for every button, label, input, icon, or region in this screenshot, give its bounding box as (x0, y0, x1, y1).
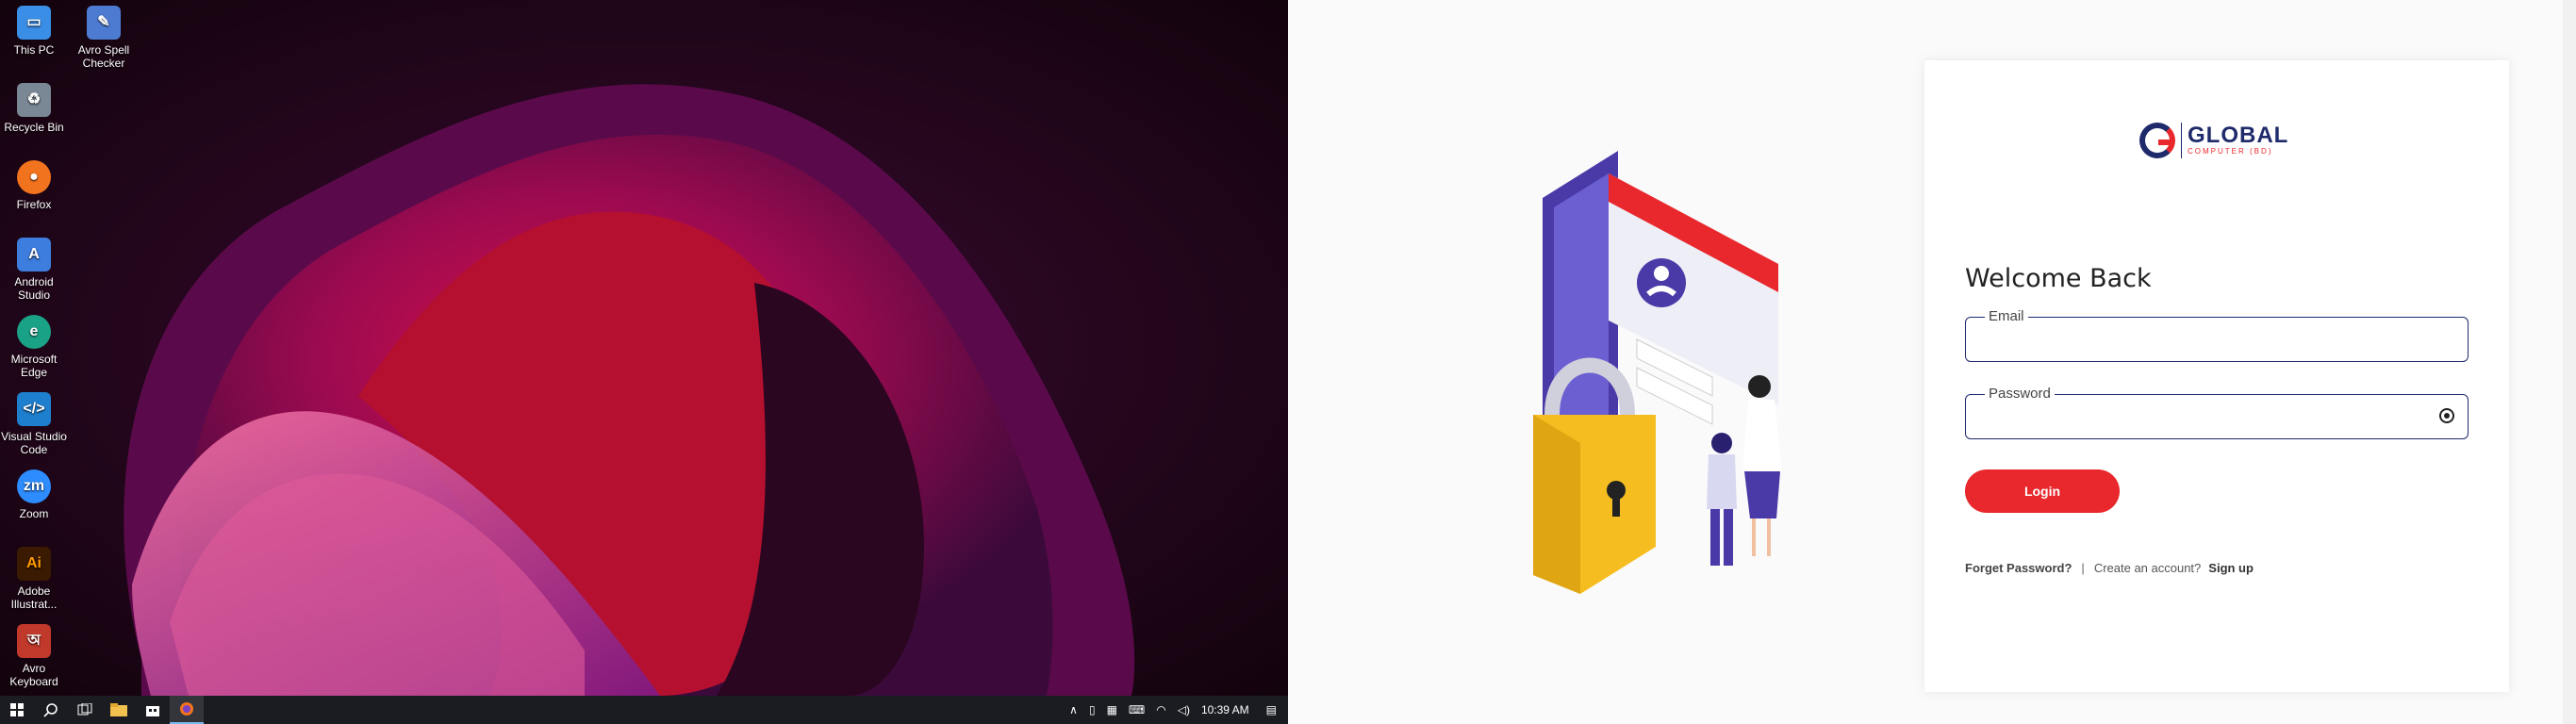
desktop-icon-label: This PC (13, 43, 55, 57)
desktop-icon-microsoft-edge[interactable]: e Microsoft Edge (0, 315, 68, 379)
desktop-icon-this-pc[interactable]: ▭ This PC (0, 6, 68, 57)
password-label: Password (1985, 386, 2055, 402)
desktop-icon-label: Android Studio (14, 275, 54, 302)
desktop-icon-label: Avro Spell Checker (77, 43, 130, 70)
task-view-icon (77, 703, 92, 716)
password-field-wrapper: Password (1965, 386, 2469, 439)
logo-text: GLOBAL COMPUTER (BD) (2188, 124, 2288, 156)
firefox-taskbar-button[interactable] (170, 696, 204, 724)
desktop-icon-label: Avro Keyboard (9, 662, 58, 688)
desktop-icon-recycle-bin[interactable]: ♻ Recycle Bin (0, 83, 68, 134)
desktop-icon-avro-spell-checker[interactable]: ✎ Avro Spell Checker (70, 6, 138, 70)
logo-g-icon (2139, 123, 2175, 158)
computer-icon: ▭ (17, 6, 51, 40)
start-button[interactable] (0, 696, 34, 724)
sign-up-link[interactable]: Sign up (2208, 561, 2254, 575)
login-page: GLOBAL COMPUTER (BD) Welcome Back Email … (1288, 0, 2576, 724)
desktop-icon-adobe-illustrator[interactable]: Ai Adobe Illustrat... (0, 547, 68, 611)
desktop-icon-android-studio[interactable]: A Android Studio (0, 238, 68, 302)
illustrator-icon: Ai (17, 547, 51, 581)
chevron-up-icon[interactable]: ∧ (1064, 703, 1083, 716)
email-field[interactable] (1979, 318, 2436, 361)
task-view-button[interactable] (68, 696, 102, 724)
create-account-text: Create an account? (2093, 561, 2202, 575)
link-separator: | (2081, 561, 2085, 575)
store-button[interactable] (136, 696, 170, 724)
desktop-icon-label: Firefox (16, 198, 52, 211)
desktop-icon-label: Visual Studio Code (1, 430, 67, 456)
email-field-wrapper: Email (1965, 308, 2469, 362)
desktop-icon-avro-keyboard[interactable]: অ Avro Keyboard (0, 624, 68, 688)
brand-logo: GLOBAL COMPUTER (BD) (2139, 123, 2288, 158)
page-title: Welcome Back (1965, 264, 2152, 294)
keyboard-icon: অ (17, 624, 51, 658)
forgot-password-link[interactable]: Forget Password? (1965, 561, 2072, 575)
eye-icon[interactable] (2439, 408, 2454, 423)
store-icon (146, 706, 159, 716)
logo-divider (2181, 123, 2182, 158)
scrollbar[interactable] (2563, 0, 2576, 724)
logo-sub-text: COMPUTER (BD) (2188, 147, 2273, 156)
desktop-icon-label: Microsoft Edge (10, 353, 58, 379)
firefox-icon: ● (17, 160, 51, 194)
android-studio-icon: A (17, 238, 51, 272)
spellcheck-icon: ✎ (87, 6, 121, 40)
login-card: GLOBAL COMPUTER (BD) Welcome Back Email … (1924, 60, 2509, 692)
desktop-icon-vscode[interactable]: </> Visual Studio Code (0, 392, 68, 456)
zoom-icon: zm (17, 469, 51, 503)
login-button[interactable]: Login (1965, 469, 2120, 513)
volume-icon[interactable]: ◁) (1172, 703, 1196, 716)
firefox-icon (180, 702, 193, 716)
notification-icon[interactable]: ▤ (1255, 703, 1288, 716)
desktop-icon-label: Adobe Illustrat... (10, 584, 58, 611)
logo-main-text: GLOBAL (2188, 123, 2289, 148)
vscode-icon: </> (17, 392, 51, 426)
desktop-icon-zoom[interactable]: zm Zoom (0, 469, 68, 520)
folder-icon (110, 703, 127, 716)
desktop-icon-firefox[interactable]: ● Firefox (0, 160, 68, 211)
windows-icon (10, 703, 24, 716)
wifi-icon[interactable]: ◠ (1150, 703, 1171, 716)
keyboard-tray-icon[interactable]: ⌨ (1123, 703, 1150, 716)
edge-icon: e (17, 315, 51, 349)
clock[interactable]: 10:39 AM (1196, 703, 1255, 716)
wallpaper (0, 0, 1288, 696)
search-icon (43, 703, 58, 717)
auth-links: Forget Password? | Create an account? Si… (1965, 561, 2254, 575)
recycle-bin-icon: ♻ (17, 83, 51, 117)
security-illustration (1533, 151, 1782, 594)
desktop-icon-label: Recycle Bin (4, 121, 64, 134)
system-tray: ∧ ▯ ▦ ⌨ ◠ ◁) 10:39 AM ▤ (1064, 696, 1288, 724)
app-tray-icon[interactable]: ▦ (1101, 703, 1123, 716)
windows-desktop: ▭ This PC ✎ Avro Spell Checker ♻ Recycle… (0, 0, 1288, 724)
file-explorer-button[interactable] (102, 696, 136, 724)
search-button[interactable] (34, 696, 68, 724)
email-label: Email (1985, 308, 2028, 324)
battery-icon[interactable]: ▯ (1083, 703, 1101, 716)
desktop-icon-label: Zoom (19, 507, 49, 520)
taskbar: ∧ ▯ ▦ ⌨ ◠ ◁) 10:39 AM ▤ (0, 696, 1288, 724)
